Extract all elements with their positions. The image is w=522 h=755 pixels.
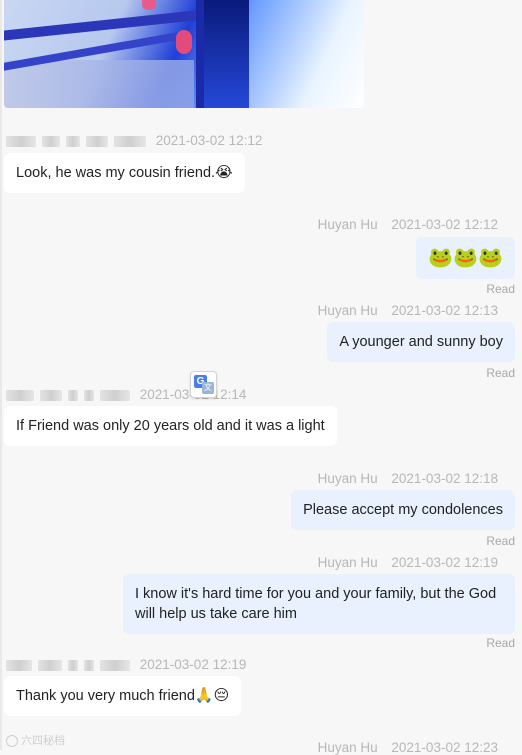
message-text: A younger and sunny boy [339, 334, 503, 350]
message-meta: Huyan Hu 2021-03-02 12:19 [318, 555, 498, 570]
message-meta: Huyan Hu 2021-03-02 12:23 [318, 740, 498, 755]
message-text: Thank you very much friend [16, 688, 195, 704]
message-text: I know it's hard time for you and your f… [135, 586, 497, 622]
message-time: 2021-03-02 12:19 [139, 657, 247, 672]
translate-icon[interactable]: G 文 [190, 371, 217, 398]
message-time: 2021-03-02 12:12 [391, 217, 498, 232]
weibo-icon [6, 735, 18, 748]
praying-hands-icon: 🙏😔 [194, 687, 230, 704]
sender-name: Huyan Hu [317, 740, 378, 755]
message-time: 2021-03-02 12:23 [391, 740, 498, 755]
message-time: 2021-03-02 12:12 [155, 133, 263, 148]
left-edge [0, 0, 2, 750]
crying-emoji-icon: 😭 [215, 164, 233, 181]
message-meta: 2021-03-02 12:12 [6, 133, 262, 148]
message-bubble-incoming[interactable]: Look, he was my cousin friend.😭 [4, 153, 245, 193]
read-status: Read [486, 366, 515, 380]
read-status: Read [486, 636, 515, 650]
message-meta: Huyan Hu 2021-03-02 12:18 [318, 471, 498, 486]
message-text: Please accept my condolences [303, 502, 503, 518]
blurred-name [6, 389, 34, 401]
sender-name: Huyan Hu [317, 471, 378, 486]
message-time: 2021-03-02 12:19 [391, 555, 498, 570]
sender-name: Huyan Hu [317, 217, 378, 232]
frog-emoji-icon: 🐸🐸🐸 [428, 247, 503, 269]
message-meta: Huyan Hu 2021-03-02 12:12 [318, 217, 498, 232]
message-time: 2021-03-02 12:18 [391, 471, 498, 486]
message-meta: Huyan Hu 2021-03-02 12:13 [318, 303, 498, 318]
sender-name: Huyan Hu [317, 303, 378, 318]
message-text: Look, he was my cousin friend. [16, 165, 216, 181]
message-bubble-outgoing[interactable]: I know it's hard time for you and your f… [123, 574, 515, 634]
blurred-name [6, 659, 32, 671]
message-text: If Friend was only 20 years old and it w… [16, 418, 325, 434]
message-bubble-outgoing[interactable]: 🐸🐸🐸 [416, 237, 515, 279]
message-bubble-outgoing[interactable]: A younger and sunny boy [327, 322, 515, 362]
blurred-name [6, 135, 36, 147]
watermark-text: 六四秘档 [21, 735, 65, 747]
message-time: 2021-03-02 12:13 [391, 303, 498, 318]
message-bubble-incoming[interactable]: If Friend was only 20 years old and it w… [4, 406, 337, 446]
read-status: Read [486, 534, 515, 548]
shared-photo[interactable] [4, 0, 364, 108]
message-bubble-incoming[interactable]: Thank you very much friend🙏😔 [4, 676, 242, 716]
sender-name: Huyan Hu [317, 555, 378, 570]
watermark: 六四秘档 [6, 732, 65, 748]
read-status: Read [486, 282, 515, 296]
message-bubble-outgoing[interactable]: Please accept my condolences [291, 490, 515, 530]
message-meta: 2021-03-02 12:19 [6, 657, 246, 672]
